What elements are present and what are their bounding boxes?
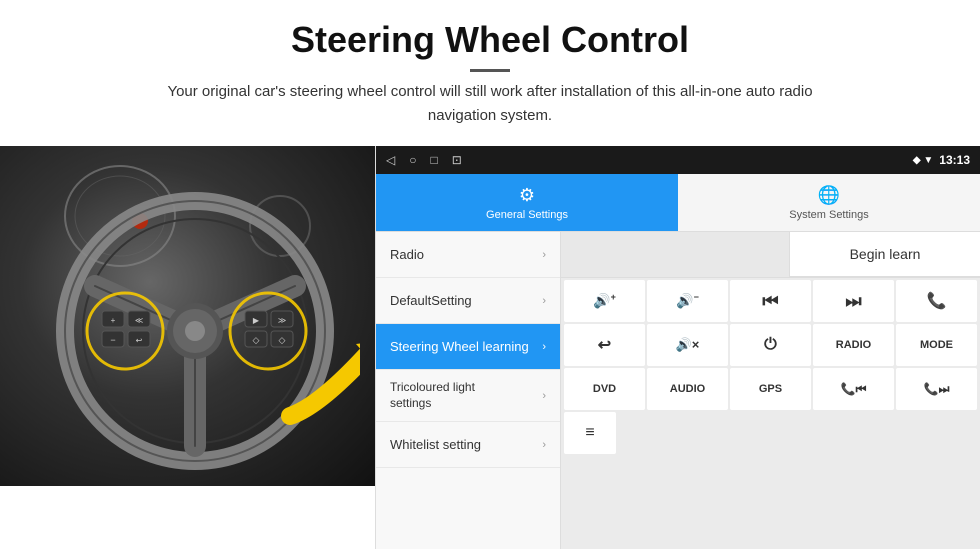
button-row-4: ≡ bbox=[561, 410, 980, 457]
menu-item-radio[interactable]: Radio › bbox=[376, 232, 560, 278]
button-grid: 🔊+ 🔊− ⏮ ⏭ 📞 bbox=[561, 278, 980, 457]
audio-label: AUDIO bbox=[670, 383, 705, 395]
nav-extra-icon[interactable]: ⊡ bbox=[452, 153, 462, 167]
call-button[interactable]: 📞 bbox=[896, 280, 977, 322]
menu-whitelist-label: Whitelist setting bbox=[390, 437, 481, 452]
prev-button[interactable]: ⏮ bbox=[730, 280, 811, 322]
back-button[interactable]: ↩ bbox=[564, 324, 645, 366]
vol-down-button[interactable]: 🔊− bbox=[647, 280, 728, 322]
menu-steering-label: Steering Wheel learning bbox=[390, 339, 529, 354]
nav-back-icon[interactable]: ◁ bbox=[386, 153, 395, 167]
gps-label: GPS bbox=[759, 383, 782, 395]
chevron-right-icon: › bbox=[542, 439, 546, 451]
header-section: Steering Wheel Control Your original car… bbox=[0, 0, 980, 138]
power-icon: ⏻ bbox=[764, 336, 777, 354]
control-top-row: Begin learn bbox=[561, 232, 980, 278]
steering-wheel-image: + − ≪ ↩ ▶ ◇ ≫ ◇ bbox=[30, 156, 360, 476]
tel-prev-button[interactable]: 📞⏮ bbox=[813, 368, 894, 410]
menu-radio-label: Radio bbox=[390, 247, 424, 262]
prev-icon: ⏮ bbox=[762, 291, 778, 312]
back-icon: ↩ bbox=[598, 335, 611, 355]
menu-default-label: DefaultSetting bbox=[390, 293, 472, 308]
svg-text:+: + bbox=[111, 316, 116, 325]
content-row: + − ≪ ↩ ▶ ◇ ≫ ◇ bbox=[0, 146, 980, 549]
radio-label: RADIO bbox=[836, 339, 871, 351]
title-divider bbox=[470, 69, 510, 72]
vol-up-icon: 🔊+ bbox=[593, 292, 616, 310]
vol-up-button[interactable]: 🔊+ bbox=[564, 280, 645, 322]
nav-buttons: ◁ ○ □ ⊡ bbox=[386, 153, 462, 167]
tab-bar: ⚙ General Settings 🌐 System Settings bbox=[376, 174, 980, 232]
chevron-right-icon: › bbox=[542, 295, 546, 307]
menu-item-whitelist[interactable]: Whitelist setting › bbox=[376, 422, 560, 468]
control-panel: Begin learn 🔊+ 🔊− bbox=[561, 232, 980, 549]
nav-recent-icon[interactable]: □ bbox=[430, 153, 437, 167]
menu-list-icon: ≡ bbox=[585, 424, 594, 442]
status-bar-right: ◆ ▼ 13:13 bbox=[913, 153, 970, 167]
svg-text:▶: ▶ bbox=[253, 316, 260, 325]
android-panel: ◁ ○ □ ⊡ ◆ ▼ 13:13 ⚙ General Settings 🌐 bbox=[375, 146, 980, 549]
tel-next-icon: 📞⏭ bbox=[924, 382, 950, 397]
menu-item-tricolour[interactable]: Tricoloured lightsettings › bbox=[376, 370, 560, 422]
subtitle: Your original car's steering wheel contr… bbox=[140, 80, 840, 128]
tab-system-label: System Settings bbox=[789, 209, 868, 221]
system-settings-icon: 🌐 bbox=[818, 185, 840, 206]
mode-label: MODE bbox=[920, 339, 953, 351]
menu-item-steering[interactable]: Steering Wheel learning › bbox=[376, 324, 560, 370]
empty-space bbox=[561, 232, 790, 277]
mute-icon: 🔊× bbox=[676, 337, 700, 353]
clock: 13:13 bbox=[939, 153, 970, 167]
general-settings-icon: ⚙ bbox=[519, 185, 535, 206]
vol-down-icon: 🔊− bbox=[676, 292, 699, 310]
svg-text:≪: ≪ bbox=[135, 316, 143, 325]
svg-text:−: − bbox=[110, 335, 115, 345]
button-row-3: DVD AUDIO GPS 📞⏮ bbox=[561, 366, 980, 410]
car-background: + − ≪ ↩ ▶ ◇ ≫ ◇ bbox=[0, 146, 375, 486]
tab-general-label: General Settings bbox=[486, 209, 568, 221]
mode-button[interactable]: MODE bbox=[896, 324, 977, 366]
tel-prev-icon: 📞⏮ bbox=[841, 382, 867, 397]
call-icon: 📞 bbox=[927, 291, 947, 311]
mute-button[interactable]: 🔊× bbox=[647, 324, 728, 366]
dvd-label: DVD bbox=[593, 383, 616, 395]
status-bar: ◁ ○ □ ⊡ ◆ ▼ 13:13 bbox=[376, 146, 980, 174]
begin-learn-button[interactable]: Begin learn bbox=[790, 232, 980, 277]
chevron-right-icon: › bbox=[542, 249, 546, 261]
chevron-right-icon: › bbox=[542, 341, 546, 353]
button-row-2: ↩ 🔊× ⏻ RADIO MO bbox=[561, 322, 980, 366]
main-area: Radio › DefaultSetting › Steering Wheel … bbox=[376, 232, 980, 549]
tab-system[interactable]: 🌐 System Settings bbox=[678, 174, 980, 232]
radio-button[interactable]: RADIO bbox=[813, 324, 894, 366]
tel-next-button[interactable]: 📞⏭ bbox=[896, 368, 977, 410]
menu-icon-button[interactable]: ≡ bbox=[564, 412, 616, 454]
menu-tricolour-label: Tricoloured lightsettings bbox=[390, 380, 475, 411]
next-icon: ⏭ bbox=[845, 291, 861, 312]
car-image-panel: + − ≪ ↩ ▶ ◇ ≫ ◇ bbox=[0, 146, 375, 486]
tab-general[interactable]: ⚙ General Settings bbox=[376, 174, 678, 232]
power-button[interactable]: ⏻ bbox=[730, 324, 811, 366]
next-button[interactable]: ⏭ bbox=[813, 280, 894, 322]
dvd-button[interactable]: DVD bbox=[564, 368, 645, 410]
menu-panel: Radio › DefaultSetting › Steering Wheel … bbox=[376, 232, 561, 549]
svg-text:↩: ↩ bbox=[136, 336, 143, 345]
svg-text:≫: ≫ bbox=[278, 316, 286, 325]
wifi-icon: ◆ ▼ bbox=[913, 155, 933, 166]
menu-item-default[interactable]: DefaultSetting › bbox=[376, 278, 560, 324]
svg-text:◇: ◇ bbox=[253, 335, 260, 345]
page-title: Steering Wheel Control bbox=[60, 18, 920, 61]
nav-home-icon[interactable]: ○ bbox=[409, 153, 416, 167]
button-row-1: 🔊+ 🔊− ⏮ ⏭ 📞 bbox=[561, 278, 980, 322]
chevron-right-icon: › bbox=[542, 389, 546, 403]
audio-button[interactable]: AUDIO bbox=[647, 368, 728, 410]
svg-text:◇: ◇ bbox=[279, 335, 286, 345]
gps-button[interactable]: GPS bbox=[730, 368, 811, 410]
